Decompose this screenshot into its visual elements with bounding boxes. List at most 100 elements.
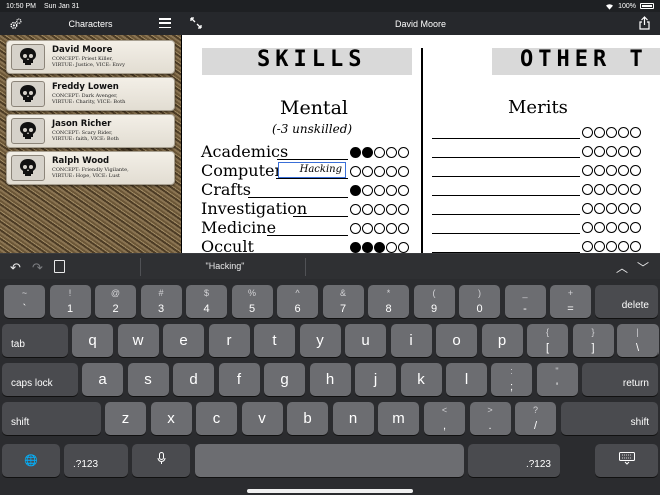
gear-icon[interactable] xyxy=(9,17,23,31)
key-`[interactable]: ~ ` xyxy=(4,285,45,318)
rating-dot[interactable] xyxy=(618,165,629,176)
hamburger-menu-icon[interactable] xyxy=(159,18,171,28)
skill-rating-dots[interactable] xyxy=(350,166,409,177)
rating-dot[interactable] xyxy=(362,166,373,177)
rating-dot[interactable] xyxy=(374,223,385,234)
return-key[interactable]: return xyxy=(582,363,658,396)
rating-dot[interactable] xyxy=(350,223,361,234)
redo-icon[interactable]: ↷ xyxy=(32,260,43,276)
merit-dots[interactable] xyxy=(582,146,641,157)
key-][interactable]: }] xyxy=(572,324,614,357)
merit-row[interactable] xyxy=(432,220,652,234)
rating-dot[interactable] xyxy=(398,242,409,253)
key-w[interactable]: w xyxy=(117,324,159,357)
rating-dot[interactable] xyxy=(582,165,593,176)
rating-dot[interactable] xyxy=(594,203,605,214)
key-c[interactable]: c xyxy=(196,402,237,435)
rating-dot[interactable] xyxy=(386,242,397,253)
rating-dot[interactable] xyxy=(362,147,373,158)
key-o[interactable]: o xyxy=(436,324,477,357)
rating-dot[interactable] xyxy=(594,184,605,195)
merit-row[interactable] xyxy=(432,163,652,177)
skill-rating-dots[interactable] xyxy=(350,147,409,158)
rating-dot[interactable] xyxy=(362,242,373,253)
key-0[interactable]: ) 0 xyxy=(459,285,500,318)
rating-dot[interactable] xyxy=(618,222,629,233)
character-card[interactable]: David Moore CONCEPT: Priest Killer, VIRTUE… xyxy=(6,40,175,74)
rating-dot[interactable] xyxy=(582,222,593,233)
rating-dot[interactable] xyxy=(398,166,409,177)
share-icon[interactable] xyxy=(639,16,650,30)
rating-dot[interactable] xyxy=(386,147,397,158)
rating-dot[interactable] xyxy=(606,165,617,176)
key-j[interactable]: j xyxy=(355,363,396,396)
rating-dot[interactable] xyxy=(606,222,617,233)
merit-row[interactable] xyxy=(432,125,652,139)
rating-dot[interactable] xyxy=(582,127,593,138)
rating-dot[interactable] xyxy=(350,185,361,196)
rating-dot[interactable] xyxy=(618,127,629,138)
rating-dot[interactable] xyxy=(630,184,641,195)
merit-line[interactable] xyxy=(432,157,580,158)
key-f[interactable]: f xyxy=(218,363,260,396)
rating-dot[interactable] xyxy=(362,223,373,234)
rating-dot[interactable] xyxy=(362,185,373,196)
key-s[interactable]: s xyxy=(127,363,169,396)
merit-line[interactable] xyxy=(432,214,580,215)
key-/[interactable]: ? / xyxy=(515,402,556,435)
key-7[interactable]: & 7 xyxy=(322,285,364,318)
key-d[interactable]: d xyxy=(173,363,214,396)
key-g[interactable]: g xyxy=(264,363,305,396)
key-b[interactable]: b xyxy=(287,402,328,435)
rating-dot[interactable] xyxy=(398,204,409,215)
chevron-up-icon[interactable]: ︿ xyxy=(616,259,628,276)
key-.[interactable]: >. xyxy=(469,402,511,435)
merit-dots[interactable] xyxy=(582,203,641,214)
key-v[interactable]: v xyxy=(241,402,283,435)
delete-key[interactable]: delete xyxy=(595,285,658,318)
key-,[interactable]: <, xyxy=(424,402,465,435)
key-q[interactable]: q xyxy=(72,324,113,357)
rating-dot[interactable] xyxy=(594,241,605,252)
caps-lock-key[interactable]: caps lock xyxy=(2,363,78,396)
rating-dot[interactable] xyxy=(350,147,361,158)
key-n[interactable]: n xyxy=(332,402,374,435)
space-bar[interactable] xyxy=(195,444,464,477)
key-3[interactable]: #3 xyxy=(140,285,182,318)
key-8[interactable]: * 8 xyxy=(368,285,409,318)
rating-dot[interactable] xyxy=(582,203,593,214)
autocorrect-suggestion[interactable]: "Hacking" xyxy=(150,261,300,271)
rating-dot[interactable] xyxy=(582,184,593,195)
merit-dots[interactable] xyxy=(582,241,641,252)
key-z[interactable]: z xyxy=(105,402,146,435)
rating-dot[interactable] xyxy=(594,127,605,138)
rating-dot[interactable] xyxy=(618,241,629,252)
merit-line[interactable] xyxy=(432,195,580,196)
rating-dot[interactable] xyxy=(606,146,617,157)
merit-dots[interactable] xyxy=(582,165,641,176)
rating-dot[interactable] xyxy=(350,166,361,177)
key-u[interactable]: u xyxy=(345,324,386,357)
merit-row[interactable] xyxy=(432,144,652,158)
skill-rating-dots[interactable] xyxy=(350,204,409,215)
key-4[interactable]: $4 xyxy=(186,285,227,318)
key-a[interactable]: a xyxy=(82,363,123,396)
rating-dot[interactable] xyxy=(630,127,641,138)
rating-dot[interactable] xyxy=(630,165,641,176)
merit-row[interactable] xyxy=(432,182,652,196)
rating-dot[interactable] xyxy=(606,203,617,214)
paste-icon[interactable] xyxy=(54,260,65,273)
rating-dot[interactable] xyxy=(374,147,385,158)
undo-icon[interactable]: ↶ xyxy=(10,260,21,276)
key-i[interactable]: i xyxy=(390,324,432,357)
rating-dot[interactable] xyxy=(594,146,605,157)
key-l[interactable]: l xyxy=(446,363,487,396)
rating-dot[interactable] xyxy=(630,146,641,157)
key-=[interactable]: + = xyxy=(550,285,591,318)
rating-dot[interactable] xyxy=(398,147,409,158)
key-x[interactable]: x xyxy=(150,402,192,435)
rating-dot[interactable] xyxy=(630,241,641,252)
numbers-key-left[interactable]: .?123 xyxy=(64,444,128,477)
rating-dot[interactable] xyxy=(350,242,361,253)
rating-dot[interactable] xyxy=(618,203,629,214)
